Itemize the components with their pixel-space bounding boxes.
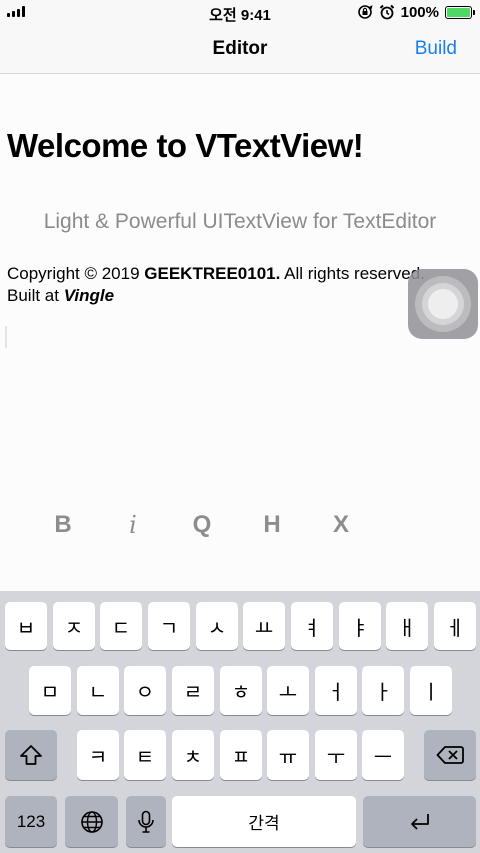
numbers-key[interactable]: 123 bbox=[5, 796, 57, 847]
key-ch[interactable]: ㅊ bbox=[172, 730, 214, 780]
microphone-icon bbox=[138, 810, 154, 833]
copyright-text: Copyright © 2019 GEEKTREE0101. All right… bbox=[7, 263, 425, 307]
key-p[interactable]: ㅍ bbox=[220, 730, 262, 780]
key-e[interactable]: ㅔ bbox=[434, 602, 476, 650]
battery-percent: 100% bbox=[400, 3, 439, 21]
shift-icon bbox=[20, 745, 42, 765]
globe-key[interactable] bbox=[65, 796, 118, 847]
key-o[interactable]: ㅗ bbox=[267, 666, 309, 715]
dictation-key[interactable] bbox=[126, 796, 166, 847]
copyright-prefix: Copyright © 2019 bbox=[7, 264, 145, 283]
status-bar: 오전 9:41 100% bbox=[0, 0, 480, 24]
alarm-icon bbox=[379, 4, 394, 20]
key-yo[interactable]: ㅛ bbox=[243, 602, 285, 650]
key-r[interactable]: ㄹ bbox=[172, 666, 214, 715]
built-name: Vingle bbox=[63, 286, 115, 305]
key-yeo[interactable]: ㅕ bbox=[291, 602, 333, 650]
key-eu[interactable]: ㅡ bbox=[362, 730, 404, 780]
editor-subtitle: Light & Powerful UITextView for TextEdit… bbox=[43, 210, 437, 233]
return-icon bbox=[410, 813, 429, 830]
built-prefix: Built at bbox=[7, 286, 64, 305]
copyright-owner: GEEKTREE0101. bbox=[144, 264, 281, 283]
key-g[interactable]: ㄱ bbox=[148, 602, 190, 650]
key-eo[interactable]: ㅓ bbox=[315, 666, 357, 715]
editor-heading: Welcome to VTextView! bbox=[7, 127, 364, 164]
key-ng[interactable]: ㅇ bbox=[124, 666, 166, 715]
return-key[interactable] bbox=[363, 796, 476, 847]
rotation-lock-icon bbox=[357, 5, 373, 19]
key-j[interactable]: ㅈ bbox=[53, 602, 95, 650]
globe-icon bbox=[80, 810, 103, 833]
key-yu[interactable]: ㅠ bbox=[267, 730, 309, 780]
key-t[interactable]: ㅌ bbox=[124, 730, 166, 780]
key-h[interactable]: ㅎ bbox=[220, 666, 262, 715]
key-ae[interactable]: ㅐ bbox=[386, 602, 428, 650]
key-m[interactable]: ㅁ bbox=[29, 666, 71, 715]
key-i[interactable]: ㅣ bbox=[410, 666, 452, 715]
key-k[interactable]: ㅋ bbox=[77, 730, 119, 780]
build-button[interactable]: Build bbox=[415, 38, 457, 60]
key-n[interactable]: ㄴ bbox=[77, 666, 119, 715]
italic-button[interactable]: i bbox=[113, 511, 153, 539]
quote-button[interactable]: Q bbox=[182, 511, 222, 539]
shift-key[interactable] bbox=[5, 730, 57, 780]
navigation-bar: Editor Build bbox=[0, 24, 480, 74]
backspace-icon bbox=[436, 746, 464, 764]
key-a[interactable]: ㅏ bbox=[362, 666, 404, 715]
format-toolbar: B i Q H X bbox=[0, 511, 480, 541]
key-d[interactable]: ㄷ bbox=[100, 602, 142, 650]
key-u[interactable]: ㅜ bbox=[315, 730, 357, 780]
copyright-suffix: All rights reserved. bbox=[280, 264, 425, 283]
space-key[interactable]: 간격 bbox=[172, 796, 356, 847]
clear-format-button[interactable]: X bbox=[321, 511, 361, 539]
battery-icon bbox=[445, 5, 475, 19]
key-s[interactable]: ㅅ bbox=[196, 602, 238, 650]
key-ya[interactable]: ㅑ bbox=[339, 602, 381, 650]
delete-key[interactable] bbox=[424, 730, 476, 780]
nav-title: Editor bbox=[212, 38, 268, 59]
text-cursor bbox=[5, 326, 7, 348]
heading-button[interactable]: H bbox=[252, 511, 292, 539]
korean-keyboard: ㅂ ㅈ ㄷ ㄱ ㅅ ㅛ ㅕ ㅑ ㅐ ㅔ ㅁ ㄴ ㅇ ㄹ ㅎ ㅗ ㅓ ㅏ ㅣ ㅋ … bbox=[0, 591, 480, 853]
text-editor[interactable]: Welcome to VTextView! Light & Powerful U… bbox=[0, 75, 480, 591]
key-b[interactable]: ㅂ bbox=[5, 602, 47, 650]
assistive-touch-button[interactable] bbox=[408, 269, 478, 339]
bold-button[interactable]: B bbox=[43, 511, 83, 539]
